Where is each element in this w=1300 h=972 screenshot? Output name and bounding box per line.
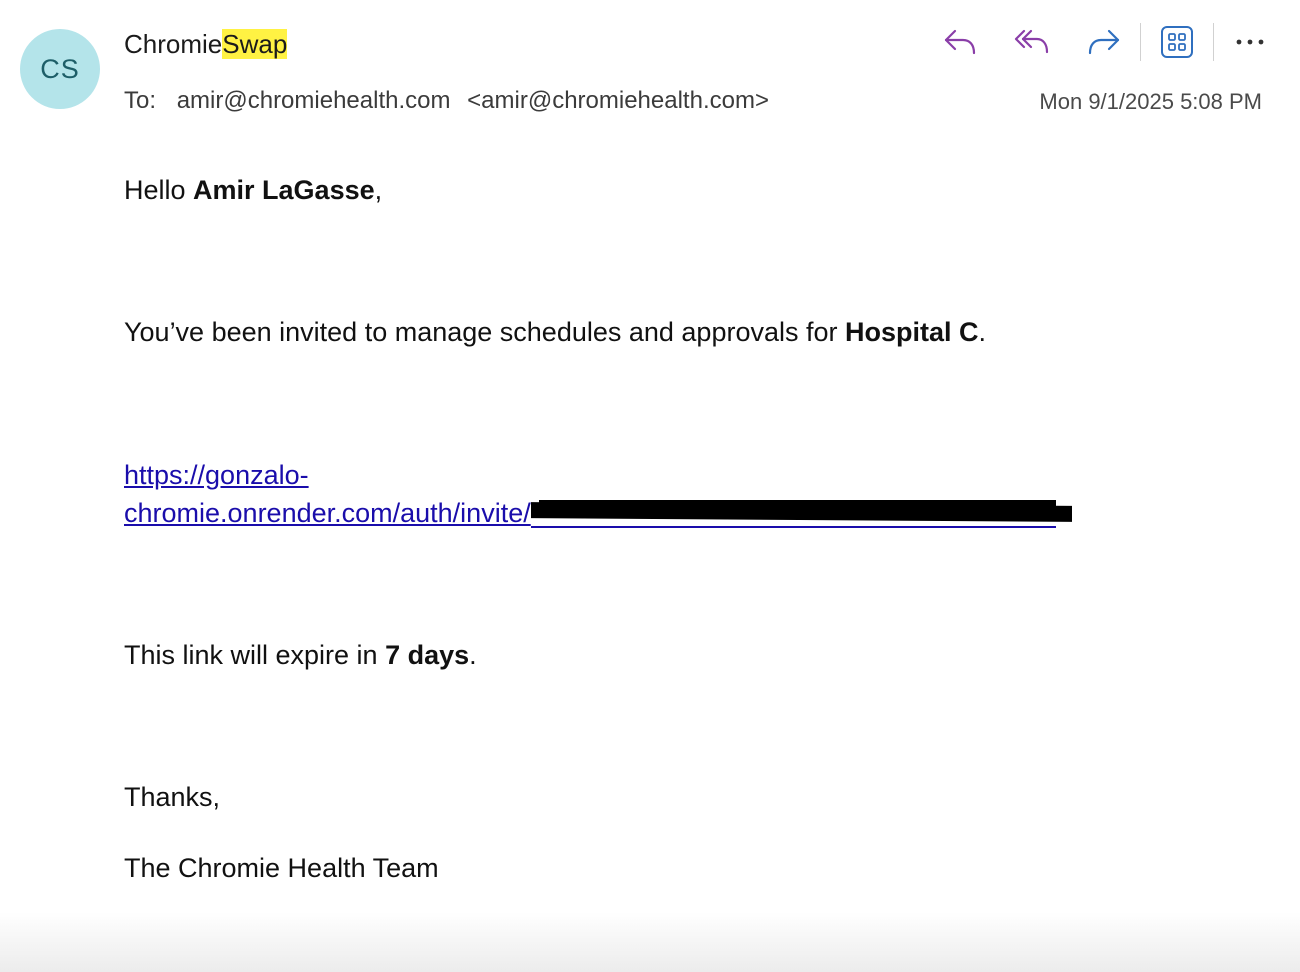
greeting-name: Amir LaGasse	[193, 175, 375, 205]
invite-prefix: You’ve been invited to manage schedules …	[124, 317, 845, 347]
invite-link[interactable]: https://gonzalo- chromie.onrender.com/au…	[124, 456, 1072, 532]
sender-name[interactable]: ChromieSwap	[124, 24, 288, 64]
recipient-address-full[interactable]: <amir@chromiehealth.com>	[467, 87, 769, 114]
invite-suffix: .	[978, 317, 987, 347]
expire-suffix: .	[469, 640, 477, 670]
sender-avatar[interactable]: CS	[20, 29, 100, 109]
received-date: Mon 9/1/2025 5:08 PM	[1039, 89, 1262, 114]
apps-button[interactable]	[1157, 22, 1197, 62]
expire-prefix: This link will expire in	[124, 640, 386, 670]
invite-hospital: Hospital C	[845, 317, 979, 347]
sender-name-highlight: Swap	[222, 29, 288, 59]
sender-name-part1: Chromie	[124, 29, 223, 59]
reply-button[interactable]	[940, 22, 980, 62]
greeting: Hello Amir LaGasse,	[124, 171, 382, 209]
bottom-shadow	[0, 912, 1300, 972]
invite-link-line2[interactable]: chromie.onrender.com/auth/invite/	[124, 494, 1072, 532]
to-label: To:	[124, 87, 157, 114]
reply-icon	[944, 29, 976, 55]
avatar-initials: CS	[40, 53, 80, 84]
invite-message: You’ve been invited to manage schedules …	[124, 313, 986, 351]
email-reading-pane: CS ChromieSwap To: amir@chromiehealth.co…	[0, 0, 1300, 972]
apps-grid-icon	[1161, 26, 1193, 58]
greeting-prefix: Hello	[124, 175, 194, 205]
redaction-mark	[530, 498, 1072, 528]
reply-all-button[interactable]	[1012, 22, 1052, 62]
expire-days: 7 days	[385, 640, 470, 670]
message-toolbar	[940, 22, 1270, 62]
signature: The Chromie Health Team	[124, 853, 439, 883]
invite-link-line1[interactable]: https://gonzalo-	[124, 456, 1056, 494]
more-options-icon	[1236, 39, 1264, 45]
forward-icon	[1088, 29, 1120, 55]
more-options-button[interactable]	[1230, 22, 1270, 62]
closing-thanks: Thanks,	[124, 782, 221, 812]
expiry-notice: This link will expire in 7 days.	[124, 636, 477, 674]
toolbar-divider	[1140, 23, 1141, 61]
greeting-suffix: ,	[374, 175, 383, 205]
toolbar-divider-2	[1213, 23, 1214, 61]
invite-link-url[interactable]: chromie.onrender.com/auth/invite/	[124, 498, 531, 528]
recipient-address[interactable]: amir@chromiehealth.com	[177, 87, 451, 114]
reply-all-icon	[1014, 29, 1049, 54]
recipient-line: To: amir@chromiehealth.com <amir@chromie…	[124, 84, 769, 118]
forward-button[interactable]	[1084, 22, 1124, 62]
